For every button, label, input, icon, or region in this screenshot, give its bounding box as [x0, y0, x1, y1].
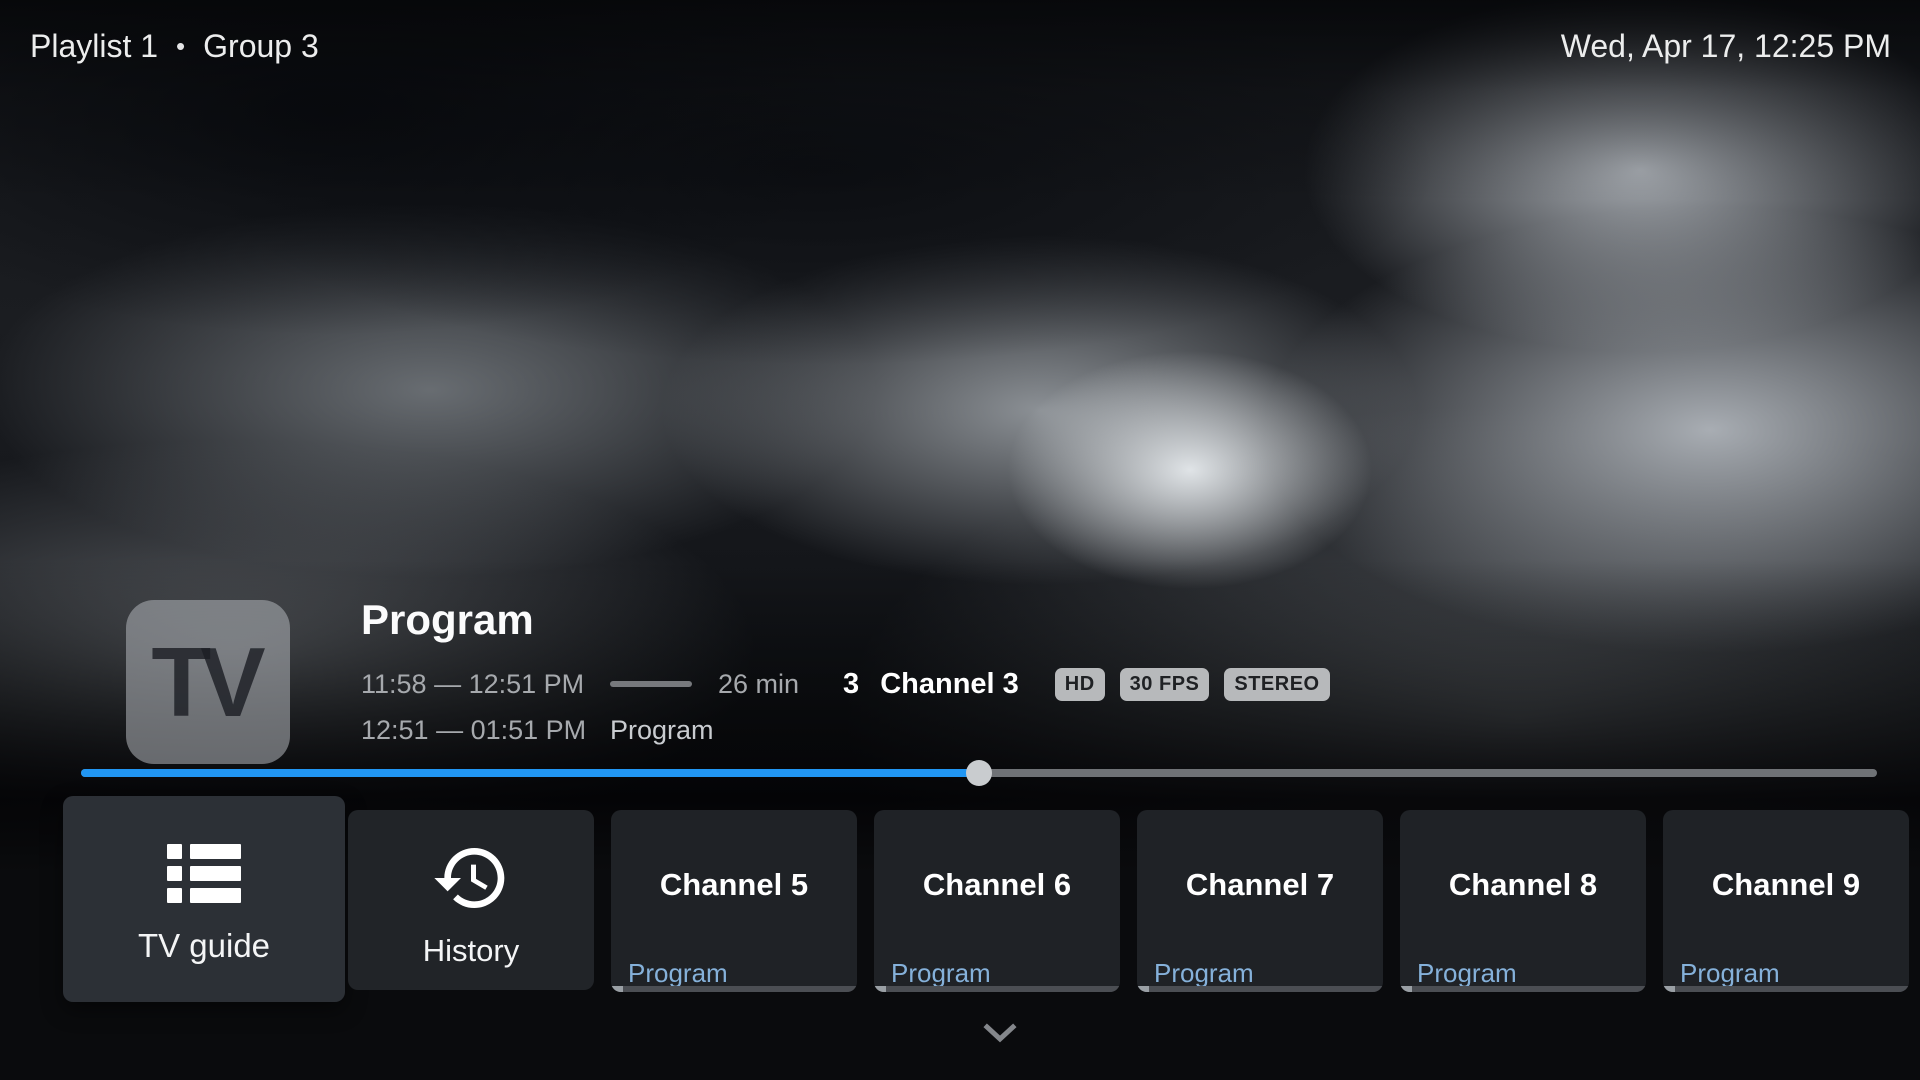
channel-card-name: Channel 6 [874, 867, 1120, 903]
channel-card[interactable]: Channel 6 Program [874, 810, 1120, 992]
seekbar-thumb[interactable] [966, 760, 992, 786]
channel-epg-progress-fill [874, 986, 886, 992]
channel-card-name: Channel 9 [1663, 867, 1909, 903]
channel-card-program: Program [1154, 958, 1254, 989]
channel-logo: TV [126, 600, 290, 764]
current-program-row: 11:58 — 12:51 PM 26 min 3 Channel 3 HD 3… [361, 666, 1330, 702]
clock: Wed, Apr 17, 12:25 PM [1561, 26, 1891, 66]
channel-card[interactable]: Channel 5 Program [611, 810, 857, 992]
channel-card-name: Channel 7 [1137, 867, 1383, 903]
channel-logo-text: TV [151, 626, 254, 739]
channel-epg-progress-fill [611, 986, 623, 992]
channel-epg-progress-fill [1400, 986, 1412, 992]
seekbar[interactable] [81, 769, 1877, 777]
stream-badges: HD 30 FPS STEREO [1055, 668, 1330, 701]
next-program-title: Program [610, 715, 714, 746]
history-clock-icon [431, 838, 511, 918]
tv-guide-card[interactable]: TV guide [63, 796, 345, 1002]
channel-card-program: Program [1417, 958, 1517, 989]
tv-player-screen: Playlist 1 • Group 3 Wed, Apr 17, 12:25 … [0, 0, 1920, 1080]
stereo-badge: STEREO [1224, 668, 1329, 701]
channel-card[interactable]: Channel 7 Program [1137, 810, 1383, 992]
channel-epg-progressbar [1137, 986, 1383, 992]
channel-number: 3 [843, 668, 859, 701]
group-name: Group 3 [203, 26, 319, 66]
playlist-name: Playlist 1 [30, 26, 158, 66]
tv-guide-label: TV guide [63, 927, 345, 965]
fps-badge: 30 FPS [1120, 668, 1210, 701]
chevron-down-icon[interactable] [983, 1023, 1017, 1045]
program-mini-progressbar [610, 681, 692, 687]
playlist-group-status: Playlist 1 • Group 3 [30, 26, 319, 66]
channel-epg-progress-fill [1137, 986, 1149, 992]
channel-epg-progressbar [611, 986, 857, 992]
channel-epg-progressbar [1400, 986, 1646, 992]
seekbar-fill [81, 769, 979, 777]
channel-epg-progressbar [874, 986, 1120, 992]
history-label: History [348, 933, 594, 969]
channel-card[interactable]: Channel 8 Program [1400, 810, 1646, 992]
next-program-time: 12:51 — 01:51 PM [361, 715, 588, 746]
history-card[interactable]: History [348, 810, 594, 990]
channel-card-program: Program [1680, 958, 1780, 989]
dot-separator: • [176, 26, 185, 66]
channel-card-program: Program [628, 958, 728, 989]
program-title: Program [361, 596, 534, 644]
hd-badge: HD [1055, 668, 1105, 701]
channel-epg-progress-fill [1663, 986, 1675, 992]
time-remaining: 26 min [718, 669, 799, 700]
list-grid-icon [167, 844, 241, 904]
next-program-row: 12:51 — 01:51 PM Program [361, 714, 714, 746]
channel-card-program: Program [891, 958, 991, 989]
channel-epg-progressbar [1663, 986, 1909, 992]
current-program-time: 11:58 — 12:51 PM [361, 669, 588, 700]
channel-card[interactable]: Channel 9 Program [1663, 810, 1909, 992]
channel-card-name: Channel 5 [611, 867, 857, 903]
channel-name: Channel 3 [880, 668, 1019, 701]
channel-card-name: Channel 8 [1400, 867, 1646, 903]
